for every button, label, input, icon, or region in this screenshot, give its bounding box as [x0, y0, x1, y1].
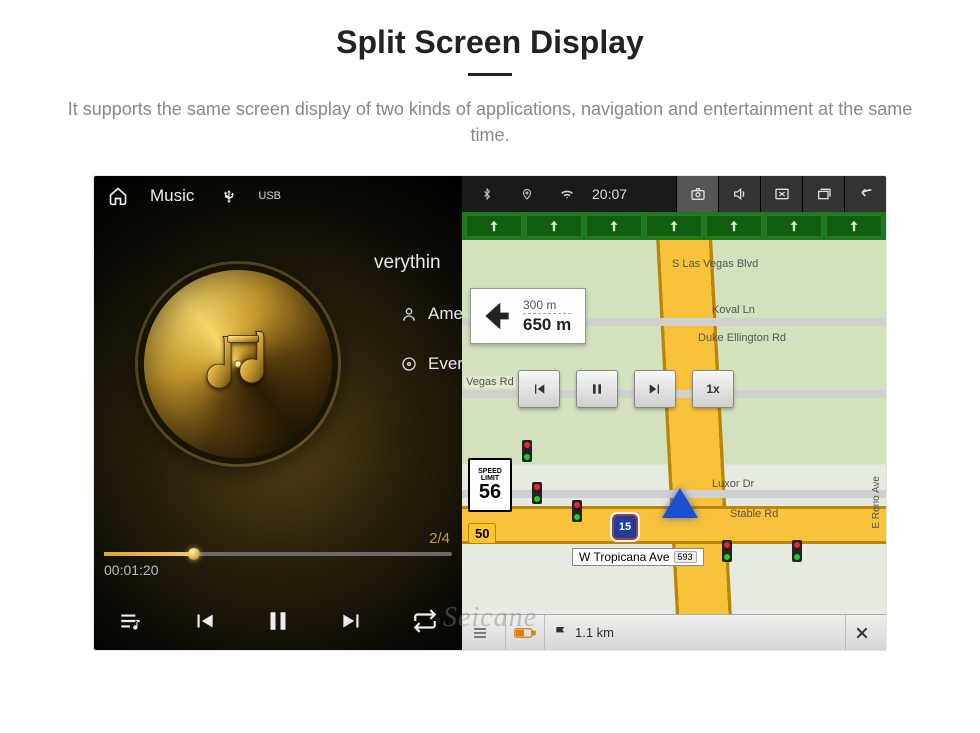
turn-panel: 300 m 650 m — [470, 288, 586, 344]
footer-route: 1.1 km — [545, 615, 846, 650]
tropicana-name: W Tropicana Ave — [579, 550, 670, 564]
progress-area: 2/4 00:01:20 — [104, 552, 452, 578]
usb-icon[interactable] — [222, 189, 236, 203]
next-button[interactable] — [330, 599, 374, 643]
split-screen-device: Music USB — [94, 176, 886, 650]
navigation-pane: 20:07 — [462, 176, 886, 650]
music-source: USB — [258, 190, 281, 202]
battery-icon — [514, 626, 536, 640]
sim-pause-button[interactable] — [576, 370, 618, 408]
track-index: 2/4 — [429, 530, 450, 547]
page-title: Split Screen Display — [0, 24, 980, 61]
tropicana-label: W Tropicana Ave 593 — [572, 548, 704, 566]
turn-next-distance: 300 m — [523, 298, 571, 314]
album-art-disc — [138, 264, 338, 464]
back-button[interactable] — [844, 176, 886, 212]
person-icon — [400, 306, 418, 322]
street-label: Koval Ln — [712, 304, 755, 316]
traffic-light-icon — [522, 440, 532, 462]
sim-controls: 1x — [518, 370, 734, 408]
footer-distance: 1.1 km — [575, 625, 614, 640]
speed-limit-value: 56 — [479, 482, 501, 502]
vehicle-cursor-icon — [662, 488, 698, 518]
song-title: verythin — [374, 252, 441, 274]
home-icon[interactable] — [108, 186, 128, 206]
playlist-button[interactable] — [109, 599, 153, 643]
artist-name: Ame — [428, 304, 463, 324]
street-label: Duke Ellington Rd — [698, 332, 786, 344]
speed-limit-sign: SPEED LIMIT 56 — [468, 458, 512, 512]
interstate-shield: 15 — [612, 514, 638, 540]
street-label: Stable Rd — [730, 508, 778, 520]
music-topbar: Music USB — [94, 176, 462, 216]
map-footer: 1.1 km — [462, 614, 886, 650]
lane-arrow — [766, 215, 822, 237]
status-time: 20:07 — [592, 186, 627, 202]
traffic-light-icon — [792, 540, 802, 562]
location-icon — [512, 176, 542, 212]
street-label: Luxor Dr — [712, 478, 754, 490]
progress-fill — [104, 552, 194, 556]
music-body: verythin Ame Ever 2/4 — [94, 216, 462, 650]
volume-button[interactable] — [718, 176, 760, 212]
status-right — [676, 176, 886, 212]
recents-button[interactable] — [802, 176, 844, 212]
street-label: Vegas Rd — [464, 376, 516, 388]
music-pane: Music USB — [94, 176, 462, 650]
disc-icon — [400, 356, 418, 372]
progress-knob[interactable] — [188, 548, 200, 560]
lane-guidance — [462, 212, 886, 240]
lane-arrow — [646, 215, 702, 237]
status-bar: 20:07 — [462, 176, 886, 212]
sim-prev-button[interactable] — [518, 370, 560, 408]
elapsed-time: 00:01:20 — [104, 562, 452, 578]
title-underline — [468, 73, 512, 76]
lane-arrow — [466, 215, 522, 237]
map-menu-button[interactable] — [462, 615, 506, 650]
footer-battery — [506, 615, 545, 650]
map-close-button[interactable] — [846, 615, 886, 650]
lane-arrow — [706, 215, 762, 237]
sim-speed-button[interactable]: 1x — [692, 370, 734, 408]
street-label: E Reno Ave — [871, 476, 882, 529]
album-name: Ever — [428, 354, 463, 374]
music-app-label: Music — [150, 186, 194, 206]
turn-left-icon — [471, 296, 523, 336]
turn-distances: 300 m 650 m — [523, 298, 571, 335]
turn-total-distance: 650 m — [523, 315, 571, 335]
lane-arrow — [526, 215, 582, 237]
screenshot-button[interactable] — [676, 176, 718, 212]
music-controls — [94, 592, 462, 650]
lane-arrow — [826, 215, 882, 237]
flag-icon — [553, 625, 569, 641]
bluetooth-icon — [472, 176, 502, 212]
prev-button[interactable] — [182, 599, 226, 643]
wifi-icon — [552, 176, 582, 212]
page-subtitle: It supports the same screen display of t… — [50, 96, 930, 148]
traffic-light-icon — [722, 540, 732, 562]
speed-limit-label: SPEED — [478, 468, 502, 475]
pause-button[interactable] — [256, 599, 300, 643]
street-label: S Las Vegas Blvd — [672, 258, 758, 270]
status-left: 20:07 — [462, 176, 676, 212]
current-speed-badge: 50 — [468, 523, 496, 544]
repeat-button[interactable] — [403, 599, 447, 643]
tropicana-number: 593 — [674, 551, 697, 563]
progress-bar[interactable] — [104, 552, 452, 556]
sim-next-button[interactable] — [634, 370, 676, 408]
lane-arrow — [586, 215, 642, 237]
map-canvas[interactable]: S Las Vegas Blvd Koval Ln Duke Ellington… — [462, 240, 886, 614]
traffic-light-icon — [532, 482, 542, 504]
close-app-button[interactable] — [760, 176, 802, 212]
traffic-light-icon — [572, 500, 582, 522]
